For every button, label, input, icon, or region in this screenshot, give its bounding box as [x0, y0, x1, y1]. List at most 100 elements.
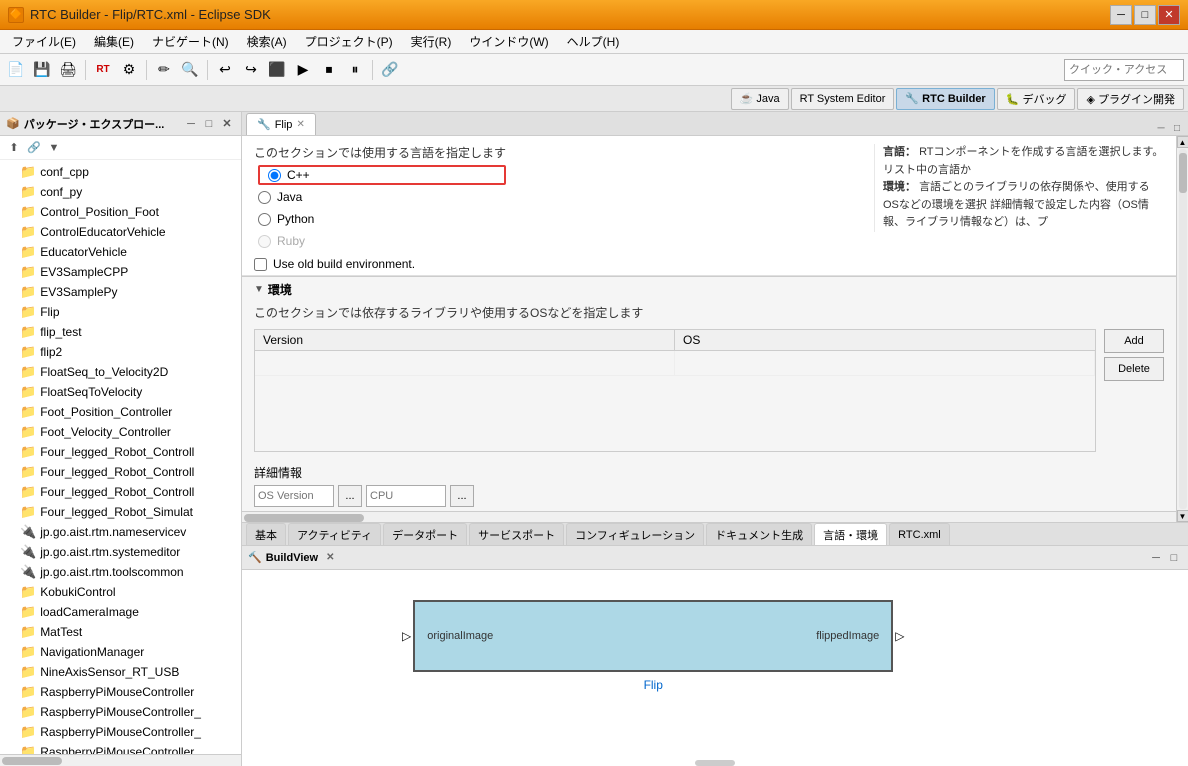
collapse-all-btn[interactable]: ⬆	[6, 140, 22, 156]
menu-project[interactable]: プロジェクト(P)	[297, 31, 401, 52]
tab-minimize-btn[interactable]: ─	[1154, 121, 1168, 135]
tree-item-ev3py[interactable]: 📁EV3SamplePy	[0, 282, 241, 302]
tree-item-raspberry-2[interactable]: 📁RaspberryPiMouseController_	[0, 702, 241, 722]
tab-rtcxml[interactable]: RTC.xml	[889, 523, 950, 545]
editor-vscrollbar[interactable]: ▲ ▼	[1176, 136, 1188, 522]
panel-menu-btn[interactable]: ▼	[46, 140, 62, 156]
tree-item-four-sim[interactable]: 📁Four_legged_Robot_Simulat	[0, 502, 241, 522]
resize-handle[interactable]	[695, 760, 735, 766]
tree-item-flip-test[interactable]: 📁flip_test	[0, 322, 241, 342]
menu-search[interactable]: 検索(A)	[239, 31, 295, 52]
tab-docgen[interactable]: ドキュメント生成	[706, 523, 812, 545]
tree-item-conf-cpp[interactable]: 📁conf_cpp	[0, 162, 241, 182]
tab-activity[interactable]: アクティビティ	[288, 523, 381, 545]
menu-help[interactable]: ヘルプ(H)	[559, 31, 628, 52]
toolbar-extra-5[interactable]: ⏹	[317, 58, 341, 82]
radio-python-input[interactable]	[258, 213, 271, 226]
tree-item-control-educator[interactable]: 📁ControlEducatorVehicle	[0, 222, 241, 242]
tree-item-raspberry-4[interactable]: 📁RaspberryPiMouseController_	[0, 742, 241, 754]
tree-item-conf-py[interactable]: 📁conf_py	[0, 182, 241, 202]
minimize-button[interactable]: ─	[1110, 5, 1132, 25]
toolbar-extra-1[interactable]: ↩	[213, 58, 237, 82]
panel-minimize-btn[interactable]: ─	[183, 116, 199, 132]
tree-item-ev3cpp[interactable]: 📁EV3SampleCPP	[0, 262, 241, 282]
tree-item-floatseq[interactable]: 📁FloatSeq_to_Velocity2D	[0, 362, 241, 382]
close-button[interactable]: ✕	[1158, 5, 1180, 25]
tree-item-toolscommon[interactable]: 🔌jp.go.aist.rtm.toolscommon	[0, 562, 241, 582]
tree-item-educator[interactable]: 📁EducatorVehicle	[0, 242, 241, 262]
tree-item-systemeditor[interactable]: 🔌jp.go.aist.rtm.systemeditor	[0, 542, 241, 562]
maximize-button[interactable]: □	[1134, 5, 1156, 25]
radio-java-input[interactable]	[258, 191, 271, 204]
build-view-maximize[interactable]: □	[1166, 550, 1182, 566]
tab-basic[interactable]: 基本	[246, 523, 286, 545]
toolbar-pencil[interactable]: ✏	[152, 58, 176, 82]
tab-serviceport[interactable]: サービスポート	[469, 523, 564, 545]
tree-item-nineaxis[interactable]: 📁NineAxisSensor_RT_USB	[0, 662, 241, 682]
tab-lang-env[interactable]: 言語・環境	[814, 523, 887, 545]
tab-maximize-btn[interactable]: □	[1170, 121, 1184, 135]
tree-item-flip[interactable]: 📁Flip	[0, 302, 241, 322]
toolbar-extra-3[interactable]: ⬛	[265, 58, 289, 82]
menu-file[interactable]: ファイル(E)	[4, 31, 84, 52]
tab-config[interactable]: コンフィギュレーション	[566, 523, 704, 545]
menu-navigate[interactable]: ナビゲート(N)	[144, 31, 237, 52]
toolbar-rt[interactable]: RT	[91, 58, 115, 82]
toolbar-extra-4[interactable]: ▶	[291, 58, 315, 82]
use-old-env-checkbox[interactable]	[254, 258, 267, 271]
tree-item-raspberry-1[interactable]: 📁RaspberryPiMouseController	[0, 682, 241, 702]
vscroll-down-btn[interactable]: ▼	[1177, 510, 1188, 522]
flip-block[interactable]: originalImage flippedImage	[413, 600, 893, 672]
tree-item-foot-pos[interactable]: 📁Foot_Position_Controller	[0, 402, 241, 422]
tree-item-loadcamera[interactable]: 📁loadCameraImage	[0, 602, 241, 622]
search-input[interactable]	[1064, 59, 1184, 81]
menu-window[interactable]: ウインドウ(W)	[461, 31, 556, 52]
radio-cpp-input[interactable]	[268, 169, 281, 182]
window-controls[interactable]: ─ □ ✕	[1110, 5, 1180, 25]
cpu-dots-btn[interactable]: ...	[450, 485, 474, 507]
flip-tab-close[interactable]: ✕	[296, 119, 304, 130]
panel-close-btn[interactable]: ✕	[219, 116, 235, 132]
perspective-rt-system-editor[interactable]: RT System Editor	[791, 88, 895, 110]
tree-item-four-2[interactable]: 📁Four_legged_Robot_Controll	[0, 462, 241, 482]
menu-edit[interactable]: 編集(E)	[86, 31, 142, 52]
toolbar-save[interactable]: 💾	[30, 58, 54, 82]
tree-item-navmanager[interactable]: 📁NavigationManager	[0, 642, 241, 662]
add-button[interactable]: Add	[1104, 329, 1164, 353]
editor-hscrollbar[interactable]	[242, 511, 1176, 522]
toolbar-debug[interactable]: 🔍	[178, 58, 202, 82]
tree-item-control-position[interactable]: 📁Control_Position_Foot	[0, 202, 241, 222]
tree-item-kobuki[interactable]: 📁KobukiControl	[0, 582, 241, 602]
perspective-rtc-builder[interactable]: 🔧 RTC Builder	[896, 88, 994, 110]
tree-item-nameservice[interactable]: 🔌jp.go.aist.rtm.nameservicev	[0, 522, 241, 542]
toolbar-extra-6[interactable]: ⏸	[343, 58, 367, 82]
os-version-dots-btn[interactable]: ...	[338, 485, 362, 507]
panel-maximize-btn[interactable]: □	[201, 116, 217, 132]
radio-java[interactable]: Java	[258, 187, 506, 207]
delete-button[interactable]: Delete	[1104, 357, 1164, 381]
toolbar-new[interactable]: 📄	[4, 58, 28, 82]
tree-item-foot-vel[interactable]: 📁Foot_Velocity_Controller	[0, 422, 241, 442]
link-with-editor-btn[interactable]: 🔗	[26, 140, 42, 156]
left-panel-hscroll[interactable]	[0, 754, 241, 766]
tree-item-raspberry-3[interactable]: 📁RaspberryPiMouseController_	[0, 722, 241, 742]
perspective-java[interactable]: ☕ Java	[731, 88, 789, 110]
os-version-input[interactable]	[254, 485, 334, 507]
tree-item-floatseq2[interactable]: 📁FloatSeqToVelocity	[0, 382, 241, 402]
collapse-arrow-icon[interactable]: ▼	[254, 284, 264, 295]
menu-run[interactable]: 実行(R)	[403, 31, 460, 52]
toolbar-build[interactable]: ⚙	[117, 58, 141, 82]
perspective-debug[interactable]: 🐛 デバッグ	[997, 88, 1076, 110]
tree-item-mattest[interactable]: 📁MatTest	[0, 622, 241, 642]
toolbar-extra-2[interactable]: ↪	[239, 58, 263, 82]
build-view-minimize[interactable]: ─	[1148, 550, 1164, 566]
tree-item-four-1[interactable]: 📁Four_legged_Robot_Controll	[0, 442, 241, 462]
cpu-input[interactable]	[366, 485, 446, 507]
toolbar-print[interactable]: 🖨	[56, 58, 80, 82]
radio-python[interactable]: Python	[258, 209, 506, 229]
tree-item-four-3[interactable]: 📁Four_legged_Robot_Controll	[0, 482, 241, 502]
tab-dataport[interactable]: データポート	[383, 523, 467, 545]
tree-item-flip2[interactable]: 📁flip2	[0, 342, 241, 362]
radio-cpp[interactable]: C++	[258, 165, 506, 185]
flip-tab[interactable]: 🔧 Flip ✕	[246, 113, 316, 135]
